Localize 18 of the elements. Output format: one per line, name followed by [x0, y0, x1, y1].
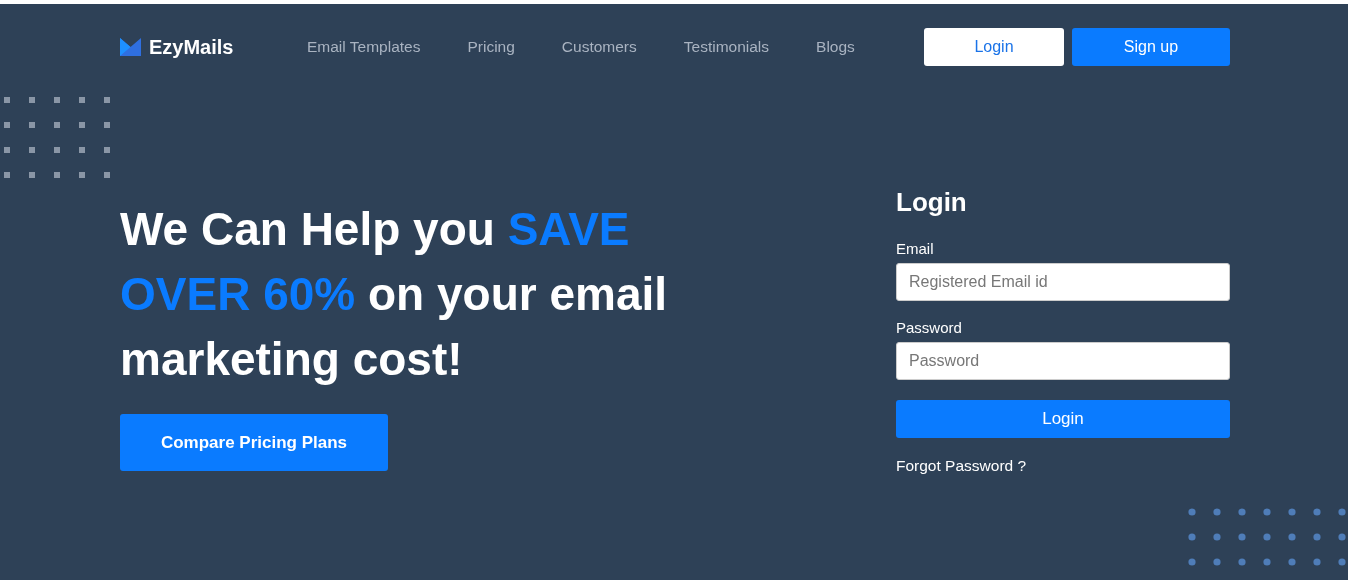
nav-link[interactable]: Pricing [467, 38, 515, 56]
input-field[interactable]: Password [896, 342, 1230, 380]
forgot-password-link[interactable]: Forgot Password ? [896, 457, 1027, 475]
signup-button[interactable]: Sign up [1072, 28, 1230, 66]
headline: We Can Help you SAVE OVER 60% on your email marketing cost! [120, 202, 669, 387]
brand-name[interactable]: EzyMails [149, 35, 234, 59]
input-field[interactable]: Registered Email id [896, 263, 1230, 301]
field-label: Email [896, 240, 935, 257]
nav-link[interactable]: Blogs [816, 38, 855, 56]
field-label: Password [896, 319, 963, 336]
login-button[interactable]: Login [924, 28, 1064, 66]
form-title: Login [896, 187, 968, 218]
compare-pricing-button[interactable]: Compare Pricing Plans [120, 414, 388, 471]
nav-link[interactable]: Testimonials [683, 38, 770, 56]
login-submit-button[interactable]: Login [896, 400, 1230, 438]
nav-link[interactable]: Email Templates [307, 38, 421, 56]
nav-link[interactable]: Customers [561, 38, 637, 56]
logo-icon [120, 38, 141, 56]
